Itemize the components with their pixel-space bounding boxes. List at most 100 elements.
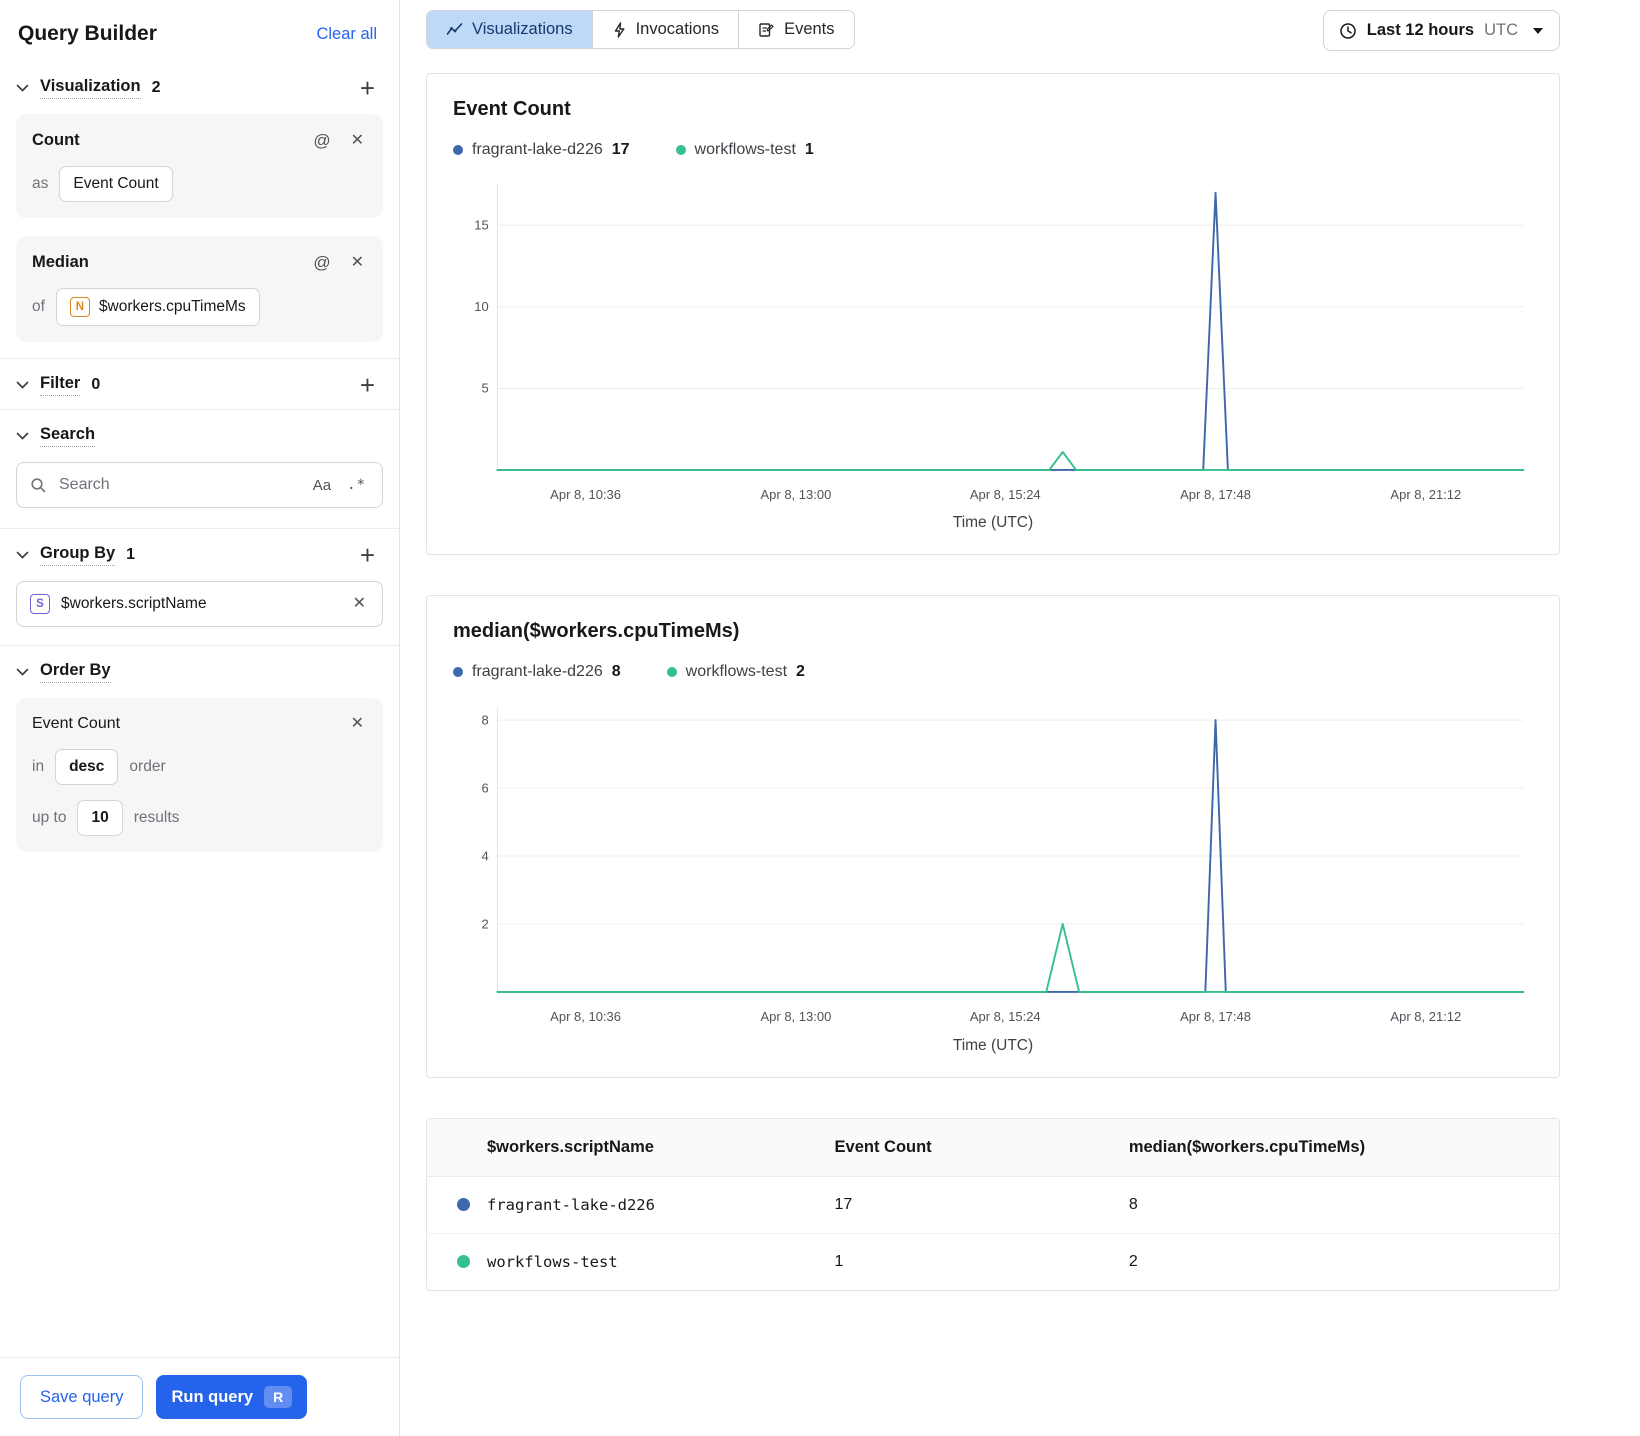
event-count-chart-card: Event Count fragrant-lake-d226 17 workfl… xyxy=(426,73,1560,556)
order-direction-selector[interactable]: desc xyxy=(55,749,119,785)
order-by-field: Event Count xyxy=(32,715,121,732)
remove-median-icon[interactable]: ✕ xyxy=(348,253,367,273)
svg-text:Apr 8, 15:24: Apr 8, 15:24 xyxy=(970,487,1041,502)
result-limit-field[interactable]: 10 xyxy=(77,800,123,836)
search-section-header: Search xyxy=(0,410,399,460)
series-color-dot xyxy=(457,1198,470,1212)
legend-dot xyxy=(453,667,463,678)
search-icon xyxy=(30,477,47,494)
tab-invocations[interactable]: Invocations xyxy=(592,11,740,48)
chevron-down-icon[interactable] xyxy=(16,381,29,389)
run-query-shortcut-badge: R xyxy=(264,1386,293,1408)
results-table: $workers.scriptName Event Count median($… xyxy=(426,1117,1560,1291)
script-name: workflows-test xyxy=(487,1252,618,1271)
visualization-card-median: Median @ ✕ of N $workers.cpuTimeMs xyxy=(16,236,383,342)
chart-legend: fragrant-lake-d226 8 workflows-test 2 xyxy=(453,663,1533,681)
legend-item[interactable]: workflows-test 2 xyxy=(666,663,805,681)
tab-invocations-label: Invocations xyxy=(635,20,720,38)
chevron-down-icon[interactable] xyxy=(16,668,29,676)
time-range-label: Last 12 hours xyxy=(1366,21,1475,39)
svg-text:10: 10 xyxy=(474,299,488,314)
time-range-selector[interactable]: Last 12 hours UTC xyxy=(1322,10,1560,51)
svg-text:5: 5 xyxy=(481,381,488,396)
remove-group-by-icon[interactable]: ✕ xyxy=(350,594,369,614)
count-alias-field[interactable]: Event Count xyxy=(59,166,173,202)
string-type-icon: S xyxy=(30,594,50,614)
svg-text:4: 4 xyxy=(481,849,488,864)
alias-icon[interactable]: @ xyxy=(310,252,333,273)
tab-events[interactable]: Events xyxy=(739,11,854,48)
table-row[interactable]: workflows-test 1 2 xyxy=(427,1234,1559,1290)
clear-all-button[interactable]: Clear all xyxy=(316,25,377,44)
legend-series-name: workflows-test xyxy=(685,663,788,681)
legend-series-value: 17 xyxy=(611,141,630,158)
legend-series-value: 1 xyxy=(804,141,814,158)
main-content: Visualizations Invocations Events Last 1… xyxy=(400,0,1640,1436)
legend-item[interactable]: workflows-test 1 xyxy=(675,141,814,159)
clock-icon xyxy=(1339,22,1357,40)
search-section-label: Search xyxy=(40,425,96,447)
number-type-icon: N xyxy=(69,297,90,317)
median-value: 8 xyxy=(1128,1195,1138,1213)
visualization-card-count: Count @ ✕ as Event Count xyxy=(16,114,383,218)
tab-visualizations[interactable]: Visualizations xyxy=(427,11,593,48)
filter-section-label: Filter xyxy=(40,374,81,396)
event-log-icon xyxy=(758,22,775,38)
add-visualization-button[interactable]: + xyxy=(358,75,377,101)
alias-icon[interactable]: @ xyxy=(310,130,333,151)
match-case-icon[interactable]: Aa xyxy=(310,475,334,496)
caret-down-icon xyxy=(1532,27,1544,35)
lightning-icon xyxy=(612,21,627,38)
median-field-value: $workers.cpuTimeMs xyxy=(98,298,246,315)
remove-count-icon[interactable]: ✕ xyxy=(348,131,367,151)
svg-text:15: 15 xyxy=(474,218,488,233)
view-tabs: Visualizations Invocations Events xyxy=(426,10,855,49)
order-by-card: Event Count ✕ in desc order up to 10 res… xyxy=(16,698,383,852)
event-count-line-chart: 5 10 15 Apr 8, 10:36 Apr 8, 13:00 Apr 8, 15:2… xyxy=(474,184,1525,502)
chevron-down-icon[interactable] xyxy=(16,551,29,559)
group-by-item[interactable]: S $workers.scriptName ✕ xyxy=(16,581,383,627)
search-box: Aa .* xyxy=(16,462,383,508)
add-group-by-button[interactable]: + xyxy=(358,542,377,568)
group-by-section-label: Group By xyxy=(40,544,116,566)
legend-dot xyxy=(666,667,677,678)
page-title: Query Builder xyxy=(18,22,157,45)
script-name: fragrant-lake-d226 xyxy=(487,1195,655,1214)
visualization-section-label: Visualization xyxy=(40,77,141,99)
table-row[interactable]: fragrant-lake-d226 17 8 xyxy=(427,1177,1559,1234)
chevron-down-icon[interactable] xyxy=(16,432,29,440)
svg-text:Apr 8, 10:36: Apr 8, 10:36 xyxy=(550,487,621,502)
legend-series-value: 8 xyxy=(611,663,621,681)
chart-title: Event Count xyxy=(453,98,571,120)
legend-item[interactable]: fragrant-lake-d226 8 xyxy=(453,663,621,681)
event-count-value: 1 xyxy=(834,1252,844,1270)
svg-text:2: 2 xyxy=(481,917,488,932)
chevron-down-icon[interactable] xyxy=(16,84,29,92)
chart-title: median($workers.cpuTimeMs) xyxy=(453,620,740,643)
search-input[interactable] xyxy=(57,475,300,495)
legend-series-name: workflows-test xyxy=(694,141,796,158)
svg-text:Apr 8, 13:00: Apr 8, 13:00 xyxy=(760,487,831,502)
svg-text:Apr 8, 10:36: Apr 8, 10:36 xyxy=(550,1009,621,1024)
up-to-label: up to xyxy=(32,809,67,826)
main-header: Visualizations Invocations Events Last 1… xyxy=(426,10,1560,51)
results-label: results xyxy=(133,809,180,826)
save-query-button[interactable]: Save query xyxy=(20,1375,144,1419)
median-field-selector[interactable]: N $workers.cpuTimeMs xyxy=(55,288,260,326)
legend-series-name: fragrant-lake-d226 xyxy=(472,663,603,681)
median-value: 2 xyxy=(1128,1252,1138,1270)
of-label: of xyxy=(32,298,45,315)
legend-dot xyxy=(675,145,686,155)
tab-visualizations-label: Visualizations xyxy=(472,20,573,38)
remove-order-by-icon[interactable]: ✕ xyxy=(348,714,367,734)
regex-icon[interactable]: .* xyxy=(344,475,369,495)
run-query-label: Run query xyxy=(171,1387,254,1406)
tab-events-label: Events xyxy=(784,20,835,38)
add-filter-button[interactable]: + xyxy=(358,372,377,398)
x-axis-title: Time (UTC) xyxy=(952,514,1034,532)
svg-text:Apr 8, 17:48: Apr 8, 17:48 xyxy=(1180,487,1251,502)
legend-series-name: fragrant-lake-d226 xyxy=(472,141,603,158)
run-query-button[interactable]: Run query R xyxy=(156,1375,308,1419)
legend-item[interactable]: fragrant-lake-d226 17 xyxy=(453,141,630,159)
svg-text:Apr 8, 17:48: Apr 8, 17:48 xyxy=(1180,1009,1251,1024)
